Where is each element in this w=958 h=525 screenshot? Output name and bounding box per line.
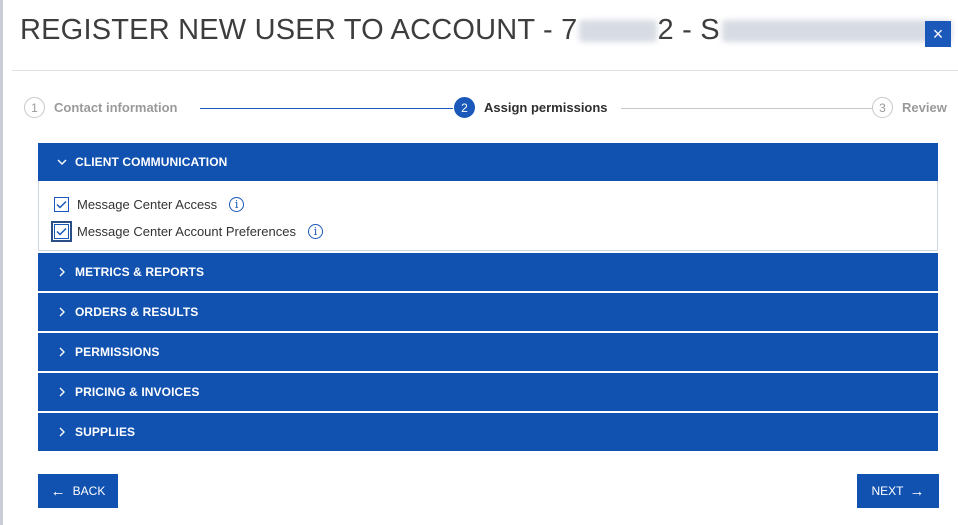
step-label: Contact information (54, 100, 178, 115)
step-number: 2 (454, 97, 475, 118)
title-prefix: REGISTER NEW USER TO ACCOUNT - 7 (20, 14, 578, 46)
chevron-right-icon (57, 347, 73, 357)
permission-message-center-access: Message Center Access i (54, 191, 937, 218)
window-left-edge (0, 0, 3, 525)
permission-label: Message Center Access (77, 197, 218, 212)
permission-checkbox[interactable] (51, 221, 72, 242)
section-label: CLIENT COMMUNICATION (75, 155, 228, 169)
step-contact-information: 1 Contact information (24, 97, 178, 118)
next-label: NEXT (871, 484, 904, 498)
page-title: REGISTER NEW USER TO ACCOUNT - 7 2 - S 1 (20, 14, 958, 47)
arrow-left-icon: ← (50, 482, 66, 500)
step-label: Review (902, 100, 947, 115)
step-number: 3 (872, 97, 893, 118)
section-permissions[interactable]: PERMISSIONS (38, 333, 938, 371)
chevron-right-icon (57, 267, 73, 277)
section-orders-results[interactable]: ORDERS & RESULTS (38, 293, 938, 331)
section-supplies[interactable]: SUPPLIES (38, 413, 938, 451)
step-connector-1 (200, 108, 453, 109)
section-label: ORDERS & RESULTS (75, 305, 199, 319)
section-client-communication[interactable]: CLIENT COMMUNICATION (38, 143, 938, 181)
next-button[interactable]: NEXT → (857, 474, 939, 508)
check-icon (56, 227, 67, 236)
info-icon[interactable]: i (307, 224, 323, 239)
chevron-right-icon (57, 427, 73, 437)
check-icon (56, 200, 67, 209)
chevron-down-icon (57, 157, 73, 167)
section-label: METRICS & REPORTS (75, 265, 205, 279)
close-icon: × (932, 23, 944, 44)
redacted-account-name (721, 19, 952, 42)
arrow-right-icon: → (909, 482, 925, 500)
title-mid: 2 - S (657, 14, 720, 46)
step-label: Assign permissions (484, 100, 608, 115)
header-divider (12, 70, 958, 71)
section-label: SUPPLIES (75, 425, 136, 439)
section-metrics-reports[interactable]: METRICS & REPORTS (38, 253, 938, 291)
info-icon[interactable]: i (229, 197, 245, 212)
chevron-right-icon (57, 307, 73, 317)
wizard-stepper: 1 Contact information 2 Assign permissio… (20, 97, 958, 121)
permissions-accordion: CLIENT COMMUNICATION Message Center Acce… (38, 143, 938, 453)
section-client-communication-body: Message Center Access i Message Center A… (38, 181, 938, 251)
section-label: PRICING & INVOICES (75, 385, 200, 399)
step-connector-2 (621, 108, 872, 109)
permission-checkbox[interactable] (54, 197, 69, 212)
permission-message-center-account-preferences: Message Center Account Preferences i (51, 218, 937, 245)
step-review: 3 Review (872, 97, 947, 118)
section-label: PERMISSIONS (75, 345, 160, 359)
step-number: 1 (24, 97, 45, 118)
step-assign-permissions: 2 Assign permissions (454, 97, 608, 118)
chevron-right-icon (57, 387, 73, 397)
redacted-account-number (578, 19, 657, 42)
permission-label: Message Center Account Preferences (77, 224, 296, 239)
section-pricing-invoices[interactable]: PRICING & INVOICES (38, 373, 938, 411)
back-button[interactable]: ← BACK (38, 474, 118, 508)
back-label: BACK (72, 484, 106, 498)
close-button[interactable]: × (925, 21, 951, 47)
